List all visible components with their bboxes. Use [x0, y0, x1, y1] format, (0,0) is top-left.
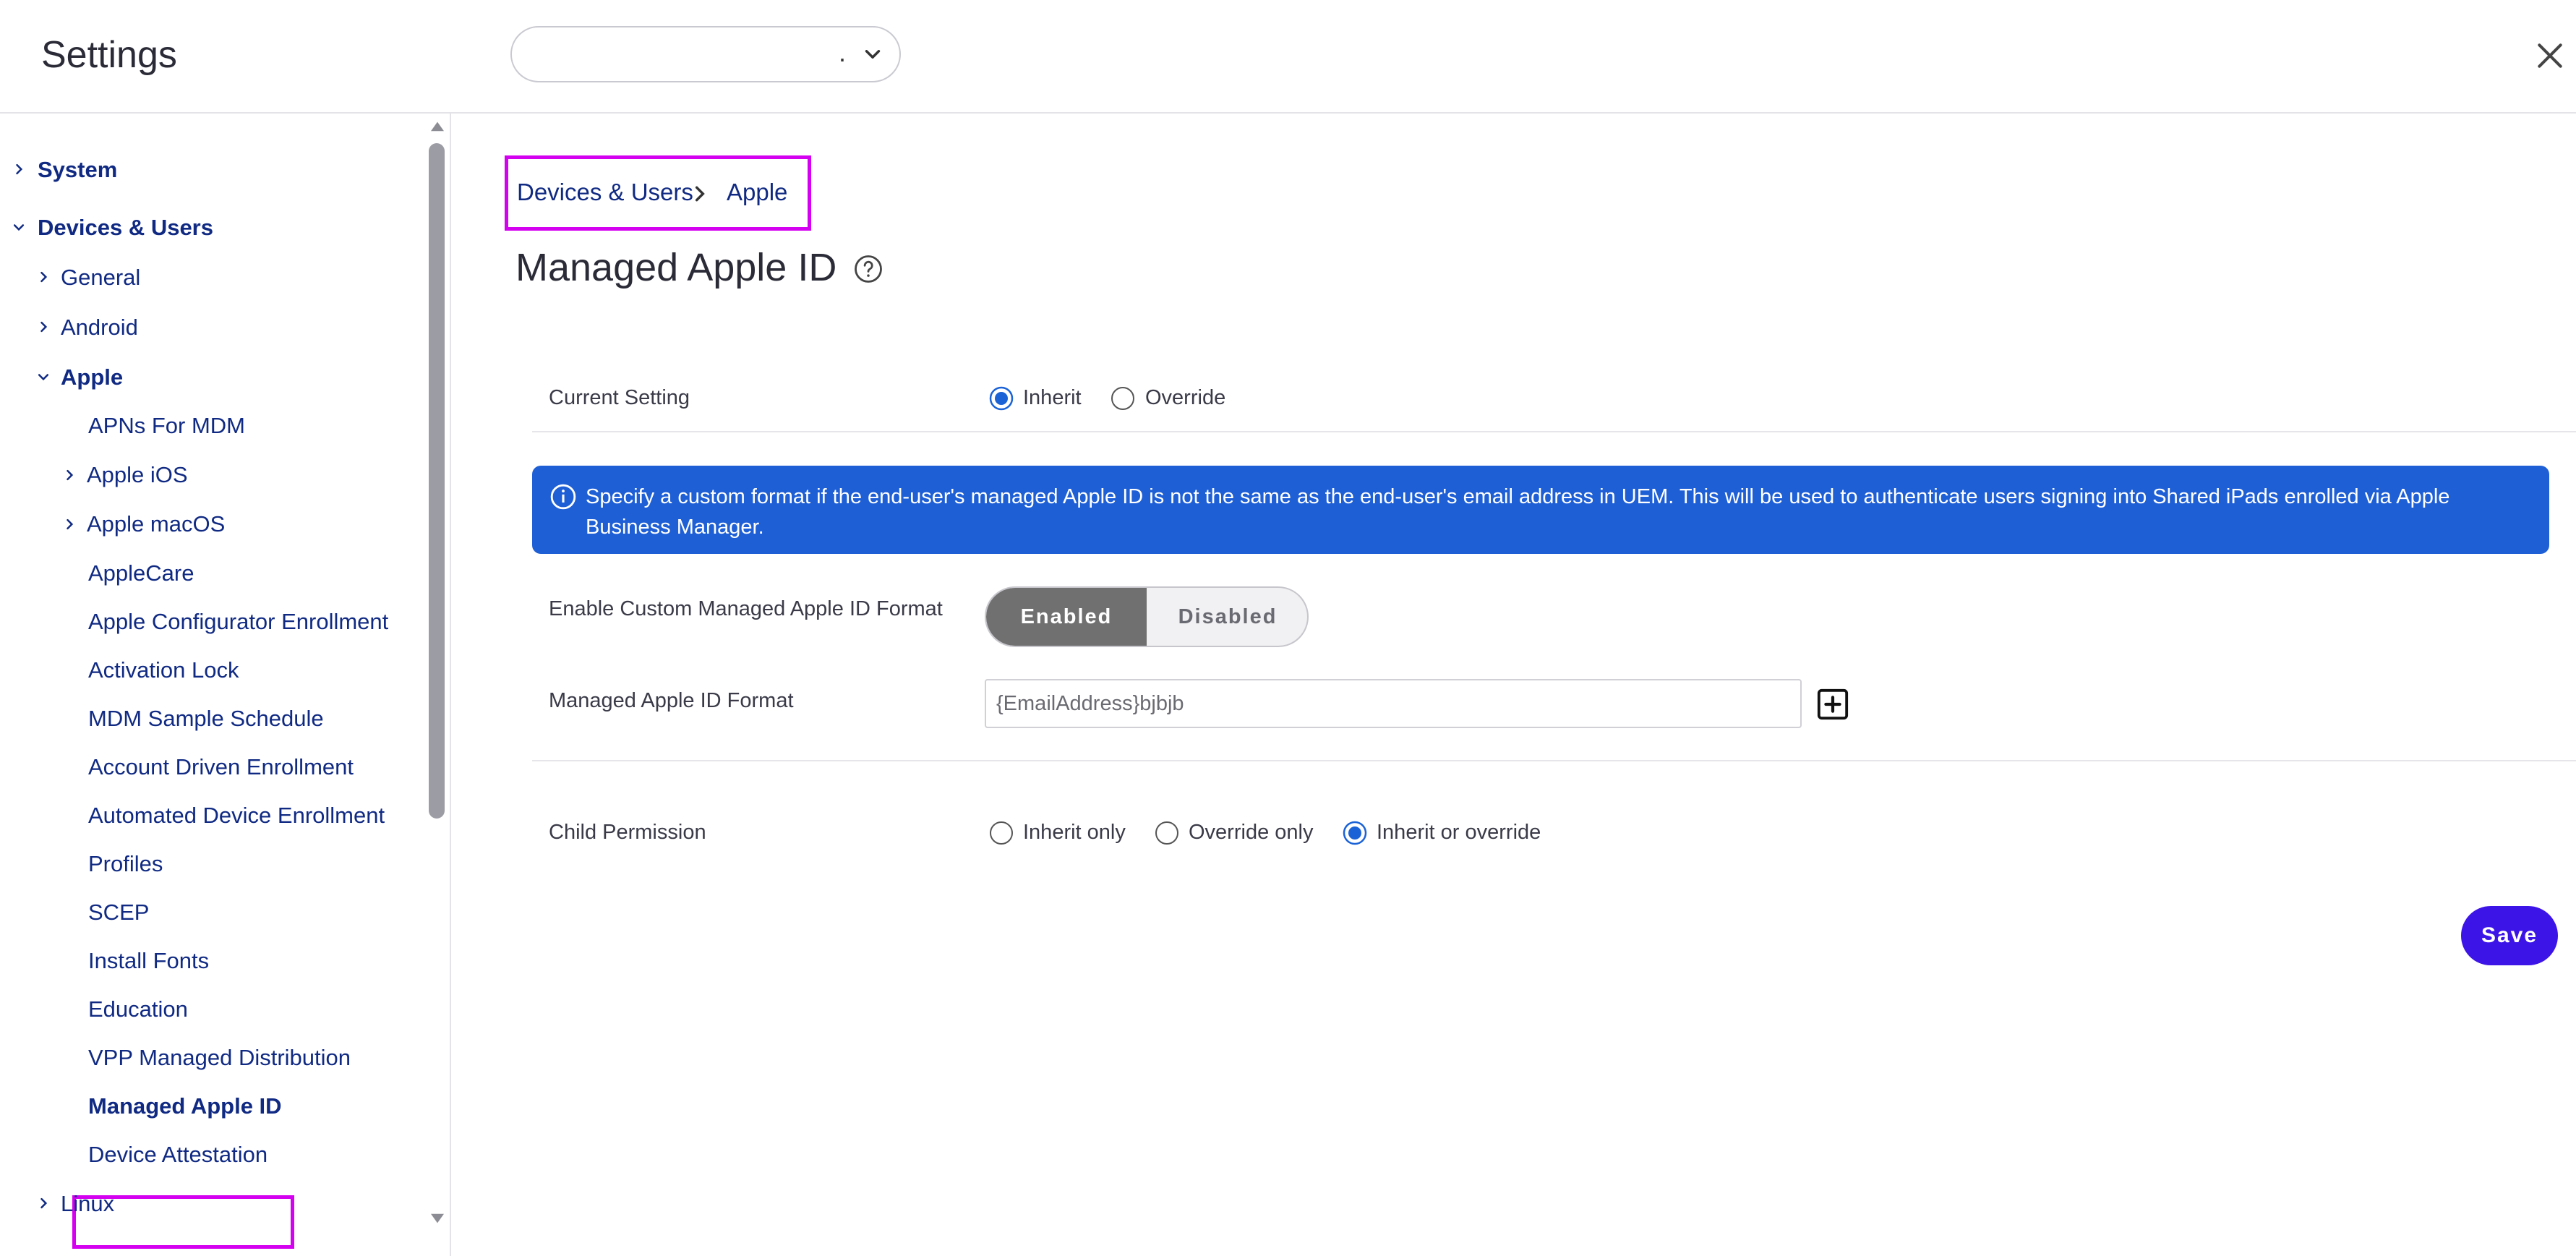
- help-icon[interactable]: [853, 254, 883, 284]
- close-icon[interactable]: [2534, 40, 2566, 72]
- child-permission-override-only-radio[interactable]: [1155, 821, 1179, 845]
- child-permission-inherit-only-label[interactable]: Inherit only: [1023, 821, 1126, 845]
- breadcrumb-apple[interactable]: Apple: [727, 179, 787, 206]
- sidebar-item-apple[interactable]: Apple: [61, 364, 123, 390]
- header: Settings .: [0, 0, 2576, 114]
- enable-custom-format-label: Enable Custom Managed Apple ID Format: [549, 597, 943, 620]
- enable-custom-format-toggle[interactable]: Enabled Disabled: [985, 586, 1309, 647]
- child-permission-override-only-label[interactable]: Override only: [1189, 821, 1313, 845]
- sidebar-scroll-thumb[interactable]: [429, 143, 445, 819]
- chevron-right-icon[interactable]: [36, 320, 51, 334]
- sidebar-item-install-fonts[interactable]: Install Fonts: [88, 948, 209, 974]
- page-title: Managed Apple ID: [515, 246, 837, 289]
- chevron-down-icon[interactable]: [12, 220, 26, 234]
- divider: [532, 431, 2576, 432]
- sidebar-item-apple-configurator-enrollment[interactable]: Apple Configurator Enrollment: [88, 609, 388, 635]
- sidebar-item-account-driven-enrollment[interactable]: Account Driven Enrollment: [88, 754, 354, 780]
- sidebar-item-scep[interactable]: SCEP: [88, 900, 149, 926]
- chevron-right-icon[interactable]: [62, 517, 77, 531]
- sidebar-item-applecare[interactable]: AppleCare: [88, 560, 194, 586]
- sidebar-item-linux[interactable]: Linux: [61, 1191, 114, 1217]
- sidebar-item-managed-apple-id[interactable]: Managed Apple ID: [88, 1093, 282, 1119]
- chevron-down-icon[interactable]: [36, 369, 51, 384]
- toggle-disabled-option[interactable]: Disabled: [1147, 588, 1307, 646]
- child-permission-inherit-or-override-label[interactable]: Inherit or override: [1377, 821, 1541, 845]
- org-select-value: .: [839, 38, 847, 67]
- child-permission-inherit-only-radio[interactable]: [989, 821, 1014, 845]
- sidebar-item-profiles[interactable]: Profiles: [88, 851, 163, 877]
- scroll-up-arrow-icon[interactable]: [429, 119, 445, 132]
- sidebar-item-automated-device-enrollment[interactable]: Automated Device Enrollment: [88, 803, 385, 829]
- sidebar-item-devices-users[interactable]: Devices & Users: [38, 215, 213, 241]
- sidebar-item-mdm-sample-schedule[interactable]: MDM Sample Schedule: [88, 706, 324, 732]
- sidebar-item-apns-for-mdm[interactable]: APNs For MDM: [88, 413, 245, 439]
- breadcrumb-devices-users[interactable]: Devices & Users: [517, 179, 693, 206]
- breadcrumb: Devices & Users Apple: [505, 155, 811, 231]
- sidebar-item-system[interactable]: System: [38, 157, 117, 183]
- chevron-right-icon[interactable]: [36, 1196, 51, 1210]
- current-setting-label: Current Setting: [549, 386, 690, 409]
- divider: [532, 760, 2576, 761]
- managed-apple-id-format-label: Managed Apple ID Format: [549, 689, 794, 712]
- sidebar: System Devices & Users General Android A…: [0, 114, 451, 1256]
- add-icon[interactable]: [1816, 688, 1849, 721]
- chevron-right-icon[interactable]: [62, 468, 77, 482]
- sidebar-item-general[interactable]: General: [61, 265, 140, 291]
- chevron-down-icon: [865, 50, 881, 59]
- current-setting-inherit-label[interactable]: Inherit: [1023, 386, 1082, 410]
- org-select[interactable]: .: [510, 26, 901, 82]
- chevron-right-icon: [695, 186, 705, 202]
- sidebar-item-device-attestation[interactable]: Device Attestation: [88, 1142, 268, 1168]
- child-permission-inherit-or-override-radio[interactable]: [1343, 821, 1367, 845]
- scroll-down-arrow-icon[interactable]: [429, 1213, 445, 1226]
- sidebar-item-vpp-managed-distribution[interactable]: VPP Managed Distribution: [88, 1045, 351, 1071]
- save-button[interactable]: Save: [2461, 906, 2558, 965]
- managed-apple-id-format-input[interactable]: [985, 679, 1802, 728]
- chevron-right-icon[interactable]: [36, 270, 51, 284]
- sidebar-item-android[interactable]: Android: [61, 315, 138, 341]
- current-setting-override-radio[interactable]: [1111, 386, 1135, 411]
- current-setting-inherit-radio[interactable]: [989, 386, 1014, 411]
- sidebar-item-apple-ios[interactable]: Apple iOS: [87, 462, 188, 488]
- sidebar-item-activation-lock[interactable]: Activation Lock: [88, 657, 239, 683]
- chevron-right-icon[interactable]: [12, 162, 26, 176]
- sidebar-item-apple-macos[interactable]: Apple macOS: [87, 511, 225, 537]
- current-setting-override-label[interactable]: Override: [1145, 386, 1225, 410]
- info-banner-text: Specify a custom format if the end-user'…: [586, 485, 2450, 539]
- toggle-enabled-option[interactable]: Enabled: [986, 588, 1147, 646]
- info-icon: [550, 484, 576, 510]
- child-permission-label: Child Permission: [549, 821, 706, 844]
- sidebar-item-education[interactable]: Education: [88, 996, 188, 1022]
- info-banner: Specify a custom format if the end-user'…: [532, 466, 2549, 554]
- app-title: Settings: [41, 34, 177, 76]
